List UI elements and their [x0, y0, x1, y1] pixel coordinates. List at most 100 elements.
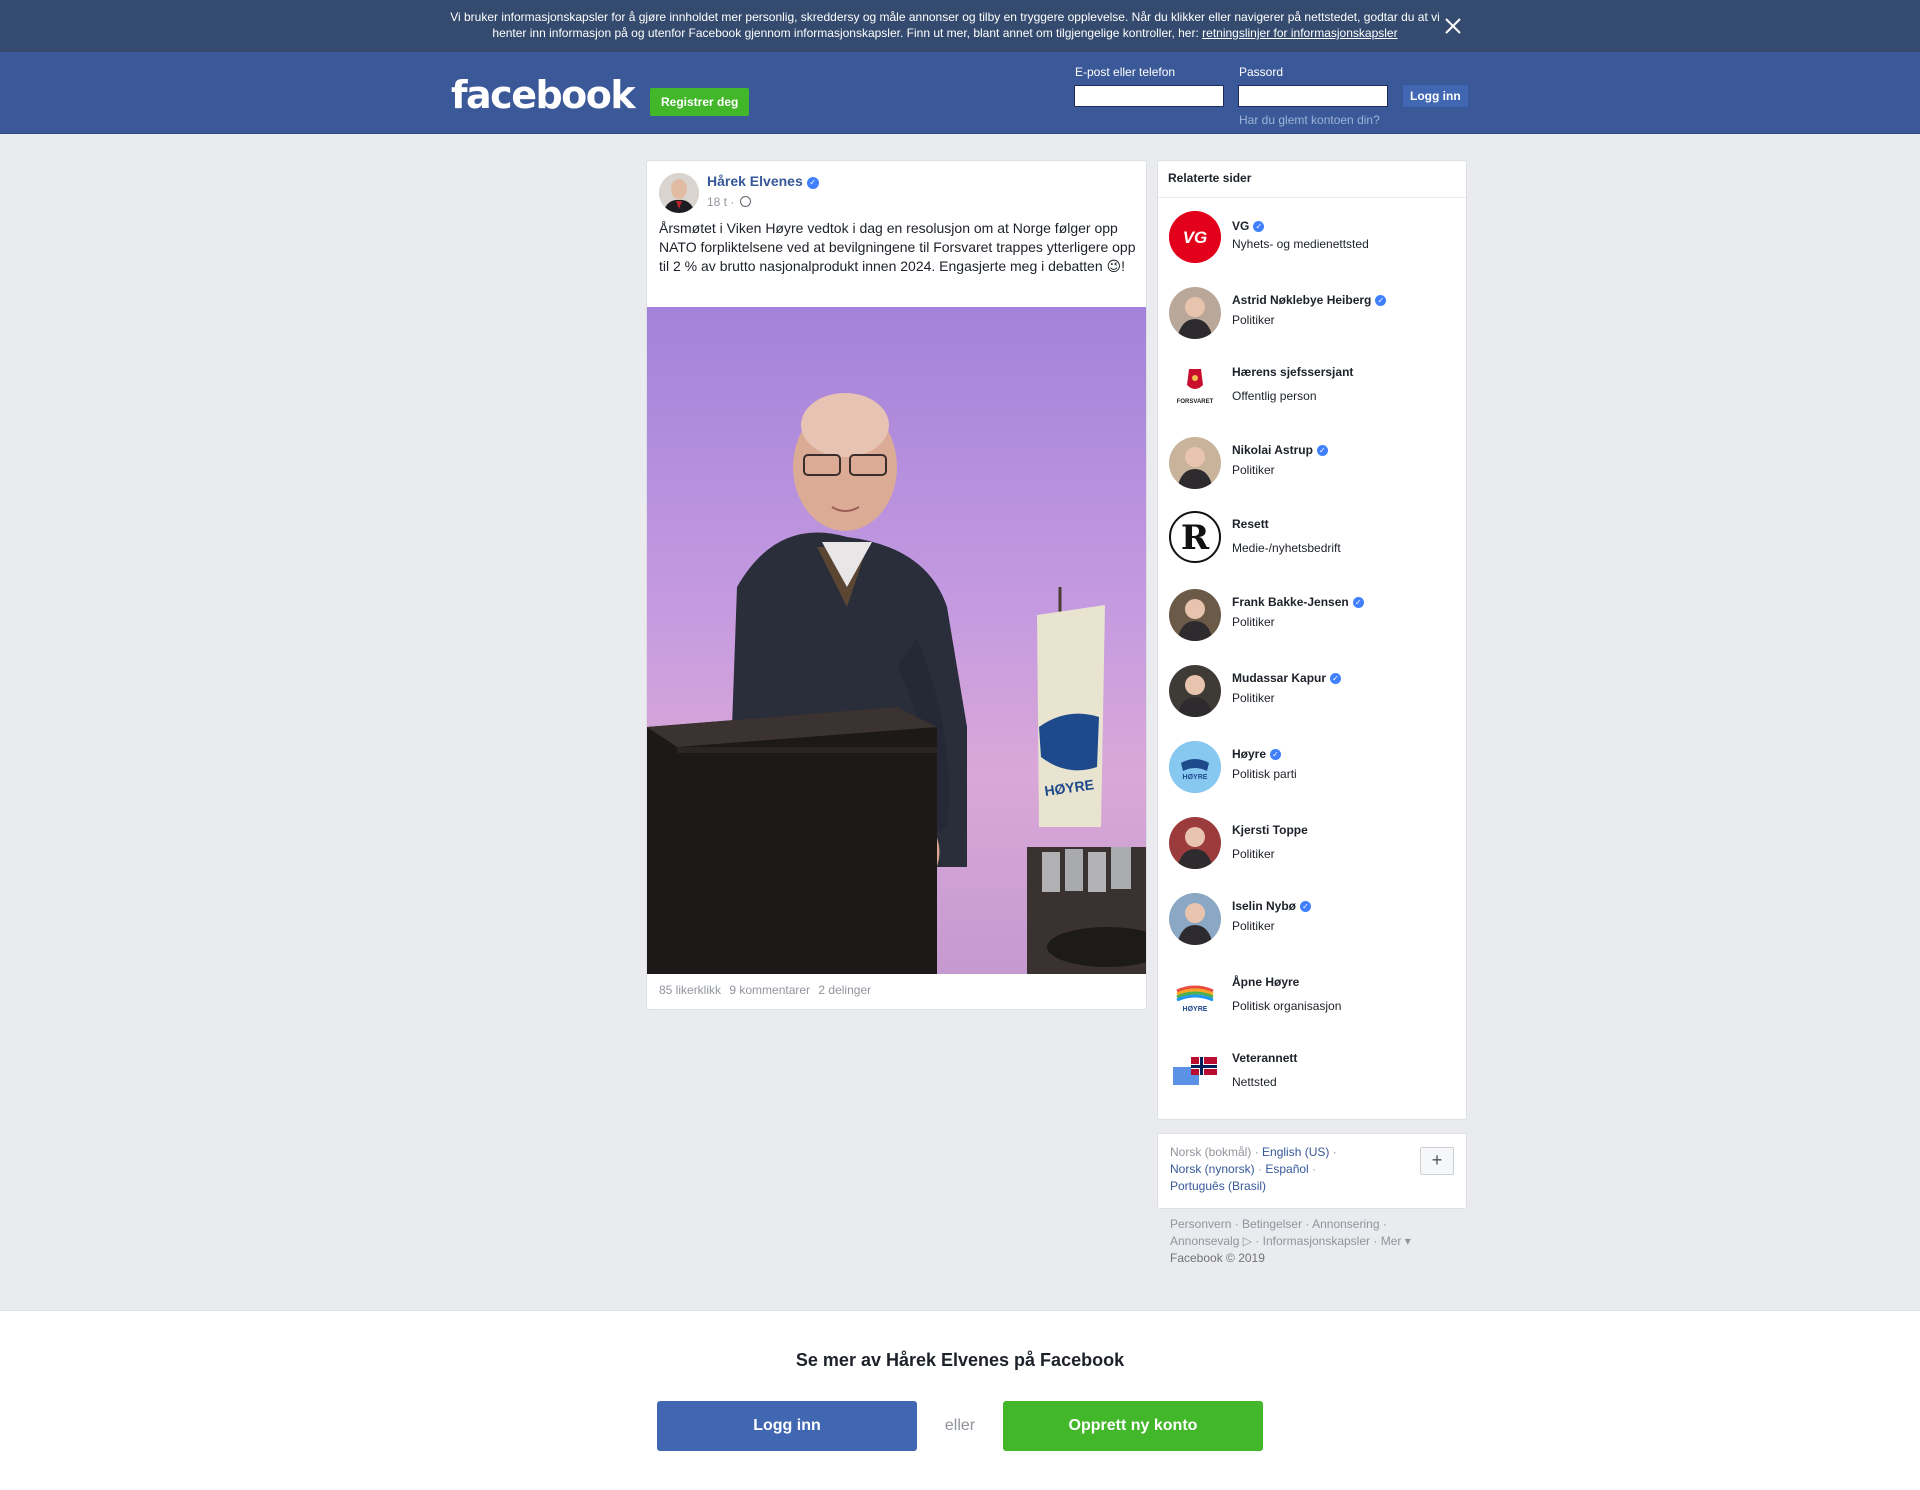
related-page-name-text[interactable]: Høyre [1232, 747, 1266, 761]
related-page-name[interactable]: Veterannett [1232, 1051, 1297, 1065]
related-page-item[interactable]: R Resett Medie-/nyhetsbedrift [1169, 511, 1459, 571]
related-page-name-text[interactable]: Resett [1232, 517, 1269, 531]
related-page-category: Politisk organisasjon [1232, 999, 1342, 1013]
footer-terms[interactable]: Betingelser [1242, 1217, 1302, 1231]
author-avatar[interactable] [659, 173, 699, 213]
close-icon[interactable] [1441, 14, 1465, 38]
related-page-name[interactable]: Iselin Nybø ✓ [1232, 899, 1312, 913]
related-page-name-text[interactable]: Veterannett [1232, 1051, 1297, 1065]
facebook-logo[interactable]: facebook [451, 76, 636, 114]
post-photo[interactable]: HØYRE [647, 307, 1146, 974]
prompt-login-button[interactable]: Logg inn [657, 1401, 917, 1451]
cookie-policy-link[interactable]: retningslinjer for informasjonskapsler [1202, 26, 1397, 40]
related-page-picture[interactable]: R [1169, 511, 1221, 563]
related-page-item[interactable]: Frank Bakke-Jensen ✓ Politiker [1169, 589, 1459, 649]
verified-icon: ✓ [806, 177, 819, 189]
related-page-item[interactable]: Iselin Nybø ✓ Politiker [1169, 893, 1459, 953]
verified-icon: ✓ [1375, 295, 1387, 306]
footer-privacy[interactable]: Personvern [1170, 1217, 1231, 1231]
related-page-picture[interactable] [1169, 287, 1221, 339]
related-page-category: Politiker [1232, 847, 1275, 861]
forgot-account-link[interactable]: Har du glemt kontoen din? [1239, 113, 1380, 127]
related-page-name[interactable]: Kjersti Toppe [1232, 823, 1308, 837]
related-page-name[interactable]: Resett [1232, 517, 1269, 531]
related-page-picture[interactable]: HØYRE [1169, 741, 1221, 793]
author-name[interactable]: Hårek Elvenes [707, 173, 803, 189]
forsvaret-logo-text: FORSVARET [1177, 399, 1214, 405]
related-page-name[interactable]: Mudassar Kapur ✓ [1232, 671, 1342, 685]
related-page-picture[interactable] [1169, 665, 1221, 717]
more-languages-button[interactable]: + [1420, 1147, 1454, 1175]
related-page-category: Politiker [1232, 615, 1275, 629]
related-page-picture[interactable] [1169, 1045, 1221, 1097]
register-button[interactable]: Registrer deg [650, 88, 750, 116]
related-page-name-text[interactable]: Åpne Høyre [1232, 975, 1299, 989]
post-author[interactable]: Hårek Elvenes ✓ [707, 173, 819, 189]
related-page-picture[interactable] [1169, 893, 1221, 945]
likes-count[interactable]: 85 likerklikk [659, 983, 721, 997]
related-page-name-text[interactable]: VG [1232, 219, 1249, 233]
login-prompt-panel: Se mer av Hårek Elvenes på Facebook Logg… [0, 1310, 1920, 1490]
comments-count[interactable]: 9 kommentarer [729, 983, 810, 997]
related-page-name-text[interactable]: Hærens sjefssersjant [1232, 365, 1353, 379]
related-page-name[interactable]: Astrid Nøklebye Heiberg ✓ [1232, 293, 1387, 307]
related-page-category: Offentlig person [1232, 389, 1317, 403]
hoyre-logo-text: HØYRE [1183, 774, 1208, 781]
related-page-picture[interactable]: FORSVARET [1169, 359, 1221, 411]
related-page-picture[interactable] [1169, 589, 1221, 641]
related-page-name-text[interactable]: Astrid Nøklebye Heiberg [1232, 293, 1371, 307]
shares-count[interactable]: 2 delinger [818, 983, 871, 997]
or-separator: eller [944, 1417, 976, 1434]
related-page-name[interactable]: Åpne Høyre [1232, 975, 1299, 989]
related-page-item[interactable]: Mudassar Kapur ✓ Politiker [1169, 665, 1459, 725]
language-portugues[interactable]: Português (Brasil) [1170, 1179, 1266, 1193]
related-page-category: Nyhets- og medienettsted [1232, 237, 1369, 251]
related-page-item[interactable]: Veterannett Nettsted [1169, 1045, 1459, 1105]
footer-cookies[interactable]: Informasjonskapsler [1263, 1234, 1370, 1248]
language-english[interactable]: English (US) [1262, 1145, 1329, 1159]
footer-links: Personvern · Betingelser · Annonsering ·… [1170, 1217, 1411, 1265]
related-page-name-text[interactable]: Mudassar Kapur [1232, 671, 1326, 685]
post-time[interactable]: 18 t · [707, 195, 734, 209]
related-page-item[interactable]: Kjersti Toppe Politiker [1169, 817, 1459, 877]
related-page-item[interactable]: VG VG ✓ Nyhets- og medienettsted [1169, 211, 1459, 271]
related-page-name[interactable]: Høyre ✓ [1232, 747, 1282, 761]
footer-more[interactable]: Mer [1381, 1234, 1402, 1248]
language-espanol[interactable]: Español [1265, 1162, 1308, 1176]
language-box: Norsk (bokmål) · English (US) · Norsk (n… [1157, 1133, 1467, 1209]
related-page-item[interactable]: Nikolai Astrup ✓ Politiker [1169, 437, 1459, 497]
related-page-category: Politisk parti [1232, 767, 1297, 781]
related-page-item[interactable]: HØYRE Høyre ✓ Politisk parti [1169, 741, 1459, 801]
related-page-name-text[interactable]: Kjersti Toppe [1232, 823, 1308, 837]
related-page-name-text[interactable]: Frank Bakke-Jensen [1232, 595, 1349, 609]
create-account-button[interactable]: Opprett ny konto [1003, 1401, 1263, 1451]
related-page-item[interactable]: Astrid Nøklebye Heiberg ✓ Politiker [1169, 287, 1459, 347]
related-page-picture[interactable] [1169, 437, 1221, 489]
email-field[interactable] [1074, 85, 1224, 107]
language-nynorsk[interactable]: Norsk (nynorsk) [1170, 1162, 1255, 1176]
verified-icon: ✓ [1270, 749, 1282, 760]
login-button[interactable]: Logg inn [1402, 84, 1469, 108]
verified-icon: ✓ [1253, 221, 1265, 232]
globe-icon [739, 196, 751, 207]
resett-logo-text: R [1181, 518, 1210, 558]
current-language: Norsk (bokmål) [1170, 1145, 1252, 1159]
related-page-name[interactable]: VG ✓ [1232, 219, 1265, 233]
related-page-name-text[interactable]: Nikolai Astrup [1232, 443, 1313, 457]
related-page-name[interactable]: Hærens sjefssersjant [1232, 365, 1353, 379]
password-field[interactable] [1238, 85, 1388, 107]
related-page-category: Nettsted [1232, 1075, 1277, 1089]
related-page-item[interactable]: HØYRE Åpne Høyre Politisk organisasjon [1169, 969, 1459, 1029]
related-page-picture[interactable] [1169, 817, 1221, 869]
verified-icon: ✓ [1316, 445, 1328, 456]
related-page-picture[interactable]: VG [1169, 211, 1221, 263]
related-page-picture[interactable]: HØYRE [1169, 969, 1221, 1021]
post-text: Årsmøtet i Viken Høyre vedtok i dag en r… [659, 220, 1136, 274]
related-page-name[interactable]: Frank Bakke-Jensen ✓ [1232, 595, 1364, 609]
related-page-name-text[interactable]: Iselin Nybø [1232, 899, 1296, 913]
footer-advertising[interactable]: Annonsering [1312, 1217, 1379, 1231]
post-meta: 18 t · [707, 195, 751, 209]
footer-ad-choices[interactable]: Annonsevalg [1170, 1234, 1239, 1248]
related-page-item[interactable]: FORSVARET Hærens sjefssersjant Offentlig p… [1169, 359, 1459, 419]
related-page-name[interactable]: Nikolai Astrup ✓ [1232, 443, 1328, 457]
